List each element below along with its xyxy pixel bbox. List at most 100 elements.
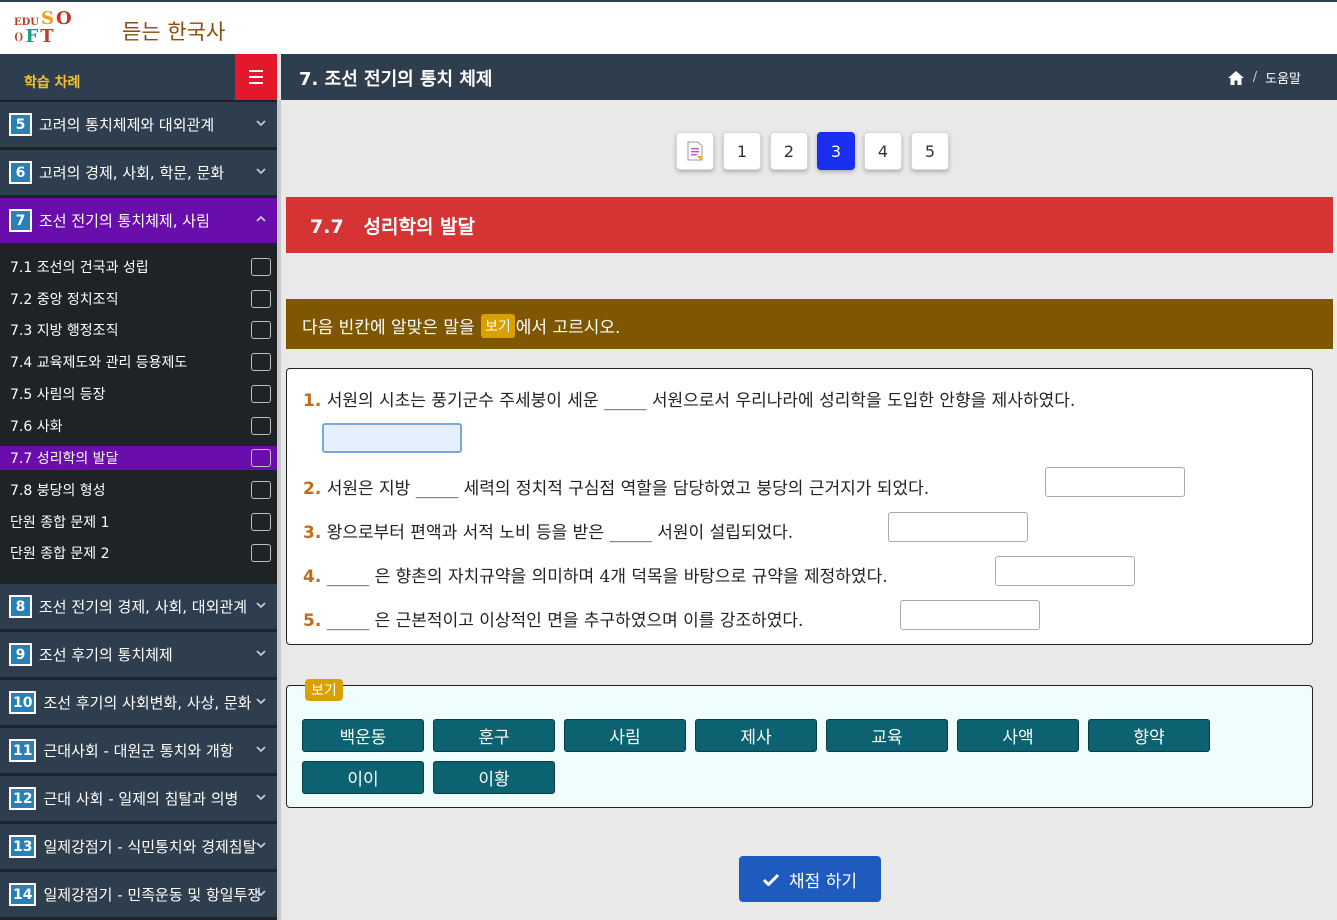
sidebar-chapter-7[interactable]: 7 조선 전기의 통치체제, 사림 [0,198,277,244]
grade-button[interactable]: 채점 하기 [739,856,881,902]
sidebar-chapter-13[interactable]: 13 일제강점기 - 식민통치와 경제침탈 [0,824,277,870]
chapter-label: 조선 후기의 통치체제 [39,646,173,664]
answer-input-4[interactable] [995,556,1135,586]
sidebar-chapter-9[interactable]: 9 조선 후기의 통치체제 [0,632,277,678]
word-chip[interactable]: 사액 [957,719,1079,752]
lesson-checkbox[interactable] [251,385,271,403]
chapter-label: 근대사회 - 대원군 통치와 개항 [43,742,234,760]
question-number: 1. [303,391,322,411]
question-number: 4. [303,567,322,587]
chevron-down-icon [256,842,266,849]
sidebar-lesson-item[interactable]: 7.1 조선의 건국과 성립 [0,255,277,279]
sidebar-chapter-12[interactable]: 12 근대 사회 - 일제의 침탈과 의병 [0,776,277,822]
lesson-checkbox[interactable] [251,481,271,499]
logo-letter: F [25,26,39,47]
chevron-down-icon [256,890,266,897]
sidebar-chapter-14[interactable]: 14 일제강점기 - 민족운동 및 항일투쟁 [0,872,277,918]
question-1: 1. 서원의 시초는 풍기군수 주세붕이 세운 _____ 서원으로서 우리나라… [303,386,1075,411]
sidebar-lesson-item[interactable]: 7.7 성리학의 발달 [0,446,277,470]
word-chip[interactable]: 훈구 [433,719,555,752]
word-chip[interactable]: 향약 [1088,719,1210,752]
word-chip[interactable]: 사림 [564,719,686,752]
sidebar-chapter-10[interactable]: 10 조선 후기의 사회변화, 사상, 문화 [0,680,277,726]
sidebar-lesson-item[interactable]: 7.6 사화 [0,414,277,438]
chevron-down-icon [256,168,266,175]
chapter-number: 6 [9,161,32,184]
lesson-checkbox[interactable] [251,258,271,276]
word-chip[interactable]: 제사 [695,719,817,752]
question-text: 왕으로부터 편액과 서적 노비 등을 받은 _____ 서원이 설립되었다. [321,523,794,543]
home-icon[interactable] [1227,70,1245,86]
lesson-label: 7.3 지방 행정조직 [10,323,119,339]
logo-row-bottom: () F T [14,28,76,46]
lesson-checkbox[interactable] [251,290,271,308]
chapter-number: 14 [9,883,37,906]
sidebar-lesson-item[interactable]: 단원 종합 문제 1 [0,510,277,534]
content-header: 7. 조선 전기의 통치 체제 / 도움말 [281,54,1337,100]
answer-input-3[interactable] [888,512,1028,542]
answer-input-2[interactable] [1045,467,1185,497]
lesson-label: 단원 종합 문제 2 [10,546,110,562]
word-chip[interactable]: 교육 [826,719,948,752]
page-button-2[interactable]: 2 [770,132,808,170]
chevron-down-icon [256,746,266,753]
lesson-label: 7.5 사림의 등장 [10,387,106,403]
breadcrumb-separator: / [1252,70,1258,85]
edusoft-logo[interactable]: EDU S O () F T [14,10,76,48]
question-5: 5. _____ 은 근본적이고 이상적인 면을 추구하였으며 이를 강조하였다… [303,606,803,631]
document-icon[interactable] [676,132,714,170]
lesson-label: 7.2 중앙 정치조직 [10,292,119,308]
hamburger-menu-icon[interactable] [235,54,277,100]
sidebar-chapter-5[interactable]: 5 고려의 통치체제와 대외관계 [0,102,277,148]
sidebar-lesson-item[interactable]: 7.5 사림의 등장 [0,382,277,406]
chapter-label: 일제강점기 - 민족운동 및 항일투쟁 [43,886,262,904]
sidebar-lesson-item[interactable]: 7.4 교육제도와 관리 등용제도 [0,350,277,374]
chapter-label: 고려의 경제, 사회, 학문, 문화 [39,164,225,182]
sidebar-lesson-item[interactable]: 7.3 지방 행정조직 [0,318,277,342]
chapter-number: 7 [9,209,32,232]
chevron-up-icon [256,215,266,222]
chapter-label: 조선 전기의 경제, 사회, 대외관계 [39,598,248,616]
word-chip[interactable]: 백운동 [302,719,424,752]
lesson-checkbox[interactable] [251,544,271,562]
breadcrumb: / 도움말 [1227,68,1301,87]
question-text: 서원은 지방 _____ 세력의 정치적 구심점 역할을 담당하였고 붕당의 근… [321,479,930,499]
help-link[interactable]: 도움말 [1265,68,1301,87]
app-header: EDU S O () F T 듣는 한국사 [0,0,1337,54]
word-chip[interactable]: 이황 [433,761,555,794]
word-chip[interactable]: 이이 [302,761,424,794]
lesson-label: 단원 종합 문제 1 [10,515,110,531]
lesson-checkbox[interactable] [251,353,271,371]
page-button-4[interactable]: 4 [864,132,902,170]
chapter-number: 5 [9,113,32,136]
instruction-text-before: 다음 빈칸에 알맞은 말을 [302,318,481,338]
page-title: 7. 조선 전기의 통치 체제 [299,69,493,90]
sidebar-chapter-11[interactable]: 11 근대사회 - 대원군 통치와 개항 [0,728,277,774]
answer-input-1[interactable] [322,423,462,453]
question-2: 2. 서원은 지방 _____ 세력의 정치적 구심점 역할을 담당하였고 붕당… [303,474,929,499]
lesson-checkbox[interactable] [251,449,271,467]
app-title: 듣는 한국사 [122,20,226,44]
page-button-3[interactable]: 3 [817,132,855,170]
lesson-checkbox[interactable] [251,417,271,435]
chapter-number: 10 [9,691,37,714]
sidebar-lesson-item[interactable]: 단원 종합 문제 2 [0,541,277,565]
lesson-checkbox[interactable] [251,321,271,339]
sidebar-scrollbar[interactable] [277,100,281,920]
chapter-number: 8 [9,595,32,618]
sidebar-header: 학습 차례 [0,54,277,100]
sidebar-chapter-8[interactable]: 8 조선 전기의 경제, 사회, 대외관계 [0,584,277,630]
sidebar-chapter-6[interactable]: 6 고려의 경제, 사회, 학문, 문화 [0,150,277,196]
page-button-5[interactable]: 5 [911,132,949,170]
page-button-1[interactable]: 1 [723,132,761,170]
answer-input-5[interactable] [900,600,1040,630]
chapter-label: 조선 후기의 사회변화, 사상, 문화 [43,694,252,712]
lesson-checkbox[interactable] [251,513,271,531]
chapter-label: 근대 사회 - 일제의 침탈과 의병 [43,790,239,808]
logo-letter: O [56,8,72,29]
chapter-number: 12 [9,787,37,810]
sidebar-lesson-item[interactable]: 7.8 붕당의 형성 [0,478,277,502]
sidebar-lesson-item[interactable]: 7.2 중앙 정치조직 [0,287,277,311]
chevron-down-icon [256,650,266,657]
chevron-down-icon [256,120,266,127]
